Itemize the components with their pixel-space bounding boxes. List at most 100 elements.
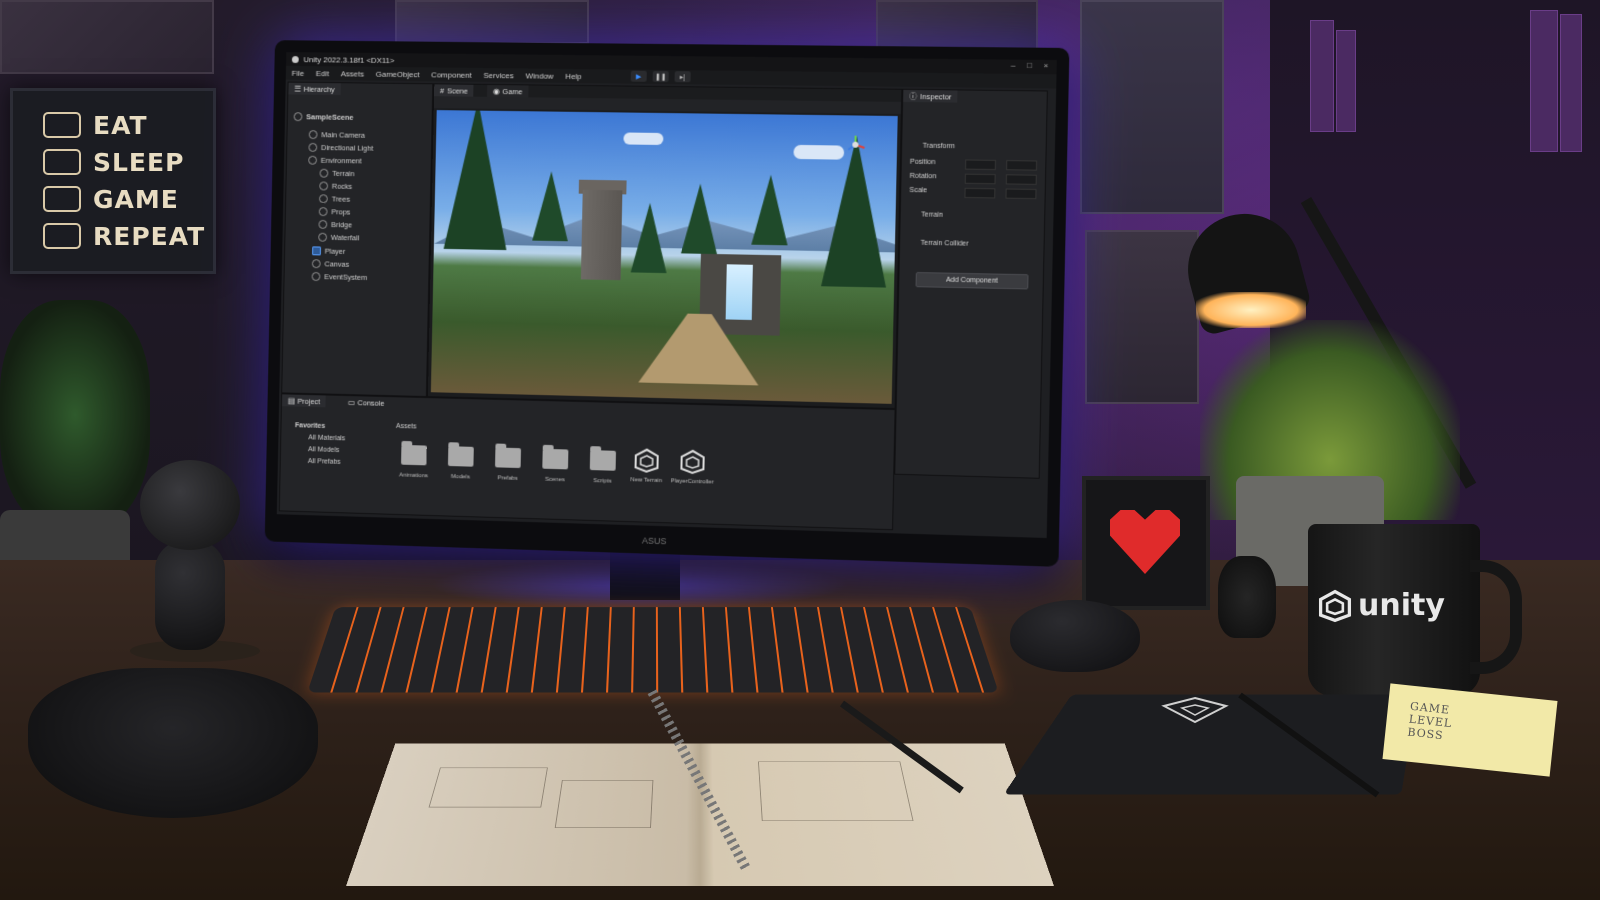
hierarchy-scene-root[interactable]: SampleScene — [293, 112, 354, 122]
scene-viewport[interactable] — [430, 110, 898, 404]
tab-game[interactable]: ◉ Game — [486, 84, 529, 98]
sign-line: GAME — [93, 184, 179, 214]
hierarchy-item[interactable]: Trees — [318, 194, 350, 204]
gameobject-icon — [318, 194, 328, 204]
castle-tower — [580, 189, 623, 281]
hierarchy-item[interactable]: Player — [312, 246, 345, 256]
potted-plant — [0, 300, 150, 530]
mug-logo: unity — [1318, 588, 1445, 623]
unity-editor-screen: Unity 2022.3.18f1 <DX11> – □ × File Edit… — [276, 52, 1057, 539]
assets-breadcrumb[interactable]: Assets — [396, 423, 417, 430]
menu-help[interactable]: Help — [565, 71, 581, 80]
hierarchy-item[interactable]: Rocks — [319, 181, 352, 191]
spiral-sketchbook — [346, 743, 1054, 886]
hierarchy-item[interactable]: Bridge — [318, 219, 352, 229]
scale-label: Scale — [909, 186, 928, 195]
waterfall — [725, 264, 753, 321]
pine-tree — [680, 183, 719, 255]
bed-icon — [43, 149, 81, 175]
menu-services[interactable]: Services — [483, 70, 513, 79]
pine-tree — [443, 110, 510, 251]
gameobject-icon — [308, 155, 318, 165]
window-title: Unity 2022.3.18f1 <DX11> — [303, 54, 395, 65]
asset-folder[interactable] — [447, 446, 474, 467]
asset-label: PlayerController — [670, 478, 714, 486]
favorites-item[interactable]: All Materials — [308, 434, 345, 442]
add-component-button[interactable]: Add Component — [915, 272, 1029, 290]
position-y-field[interactable] — [1006, 160, 1038, 171]
asset-folder[interactable] — [495, 447, 522, 469]
tab-hierarchy[interactable]: ☰ Hierarchy — [288, 82, 341, 96]
rotation-x-field[interactable] — [964, 173, 996, 185]
favorites-item[interactable]: All Models — [308, 446, 339, 454]
hierarchy-panel: ☰ Hierarchy SampleScene Main Camera Dire… — [281, 81, 434, 398]
mug-logo-text: unity — [1358, 588, 1445, 623]
prefab-icon — [312, 246, 321, 256]
tab-label: Game — [502, 86, 523, 96]
favorites-item[interactable]: All Prefabs — [308, 458, 341, 466]
tab-inspector[interactable]: ⓘ Inspector — [903, 89, 958, 103]
scene-name: SampleScene — [306, 112, 354, 122]
pause-button[interactable]: ❚❚ — [652, 70, 669, 83]
hierarchy-item[interactable]: Canvas — [311, 259, 350, 269]
pencil-sketch — [554, 780, 654, 829]
hierarchy-item[interactable]: EventSystem — [311, 271, 368, 282]
play-controls: ▶ ❚❚ ▸| — [630, 70, 691, 83]
eat-sleep-game-repeat-sign: EAT SLEEP GAME REPEAT — [10, 88, 216, 274]
hierarchy-item[interactable]: Main Camera — [308, 130, 365, 140]
step-button[interactable]: ▸| — [674, 71, 691, 83]
hierarchy-item[interactable]: Directional Light — [308, 142, 374, 153]
hierarchy-label: EventSystem — [324, 272, 368, 282]
tab-label: Inspector — [919, 91, 952, 102]
terrain-component-header[interactable]: Terrain — [921, 211, 943, 218]
menu-window[interactable]: Window — [525, 71, 553, 80]
rotation-y-field[interactable] — [1005, 174, 1037, 185]
scale-x-field[interactable] — [964, 187, 996, 199]
minimize-icon[interactable]: – — [1011, 61, 1016, 70]
asset-folder[interactable] — [401, 444, 427, 466]
hierarchy-item[interactable]: Waterfall — [318, 232, 359, 242]
gameobject-icon — [319, 181, 329, 191]
hierarchy-label: Directional Light — [320, 143, 374, 153]
transform-component-header[interactable]: Transform — [922, 143, 954, 151]
repeat-icon — [43, 223, 81, 249]
asset-folder[interactable] — [542, 448, 569, 470]
monitor: Unity 2022.3.18f1 <DX11> – □ × File Edit… — [264, 40, 1070, 567]
tab-project[interactable]: ▤ Project — [281, 394, 327, 408]
terrain-collider-component-header[interactable]: Terrain Collider — [920, 240, 968, 248]
pixel-art-poster — [1080, 0, 1224, 214]
favorites-header[interactable]: Favorites — [295, 422, 325, 430]
menu-component[interactable]: Component — [431, 70, 472, 79]
menu-assets[interactable]: Assets — [341, 69, 364, 78]
hierarchy-item[interactable]: Terrain — [319, 168, 355, 178]
asset-folder[interactable] — [589, 450, 616, 471]
mug-handle — [1470, 560, 1522, 674]
unity-logo-icon — [1161, 696, 1229, 724]
game-tab-icon: ◉ — [492, 86, 500, 96]
play-button[interactable]: ▶ — [630, 70, 647, 82]
gameobject-icon — [319, 168, 329, 178]
tab-scene[interactable]: # Scene — [434, 84, 474, 97]
close-icon[interactable]: × — [1044, 61, 1049, 70]
maximize-icon[interactable]: □ — [1027, 61, 1032, 70]
monitor-brand-logo: ASUS — [641, 535, 667, 547]
tab-console[interactable]: ▭ Console — [341, 395, 391, 409]
hierarchy-label: Canvas — [324, 259, 350, 269]
asset-label: Animations — [398, 472, 429, 480]
scene-orientation-gizmo[interactable] — [844, 133, 867, 156]
tab-label: Project — [297, 396, 321, 406]
tab-label: Scene — [446, 85, 469, 96]
menu-edit[interactable]: Edit — [316, 69, 330, 78]
unity-logo-icon[interactable] — [679, 449, 706, 476]
small-figurine — [1218, 556, 1276, 638]
menu-gameobject[interactable]: GameObject — [376, 69, 420, 78]
asset-label: Prefabs — [497, 475, 518, 482]
scale-y-field[interactable] — [1005, 188, 1037, 200]
hierarchy-item[interactable]: Props — [318, 207, 350, 217]
gameobject-icon — [311, 259, 321, 269]
position-x-field[interactable] — [965, 159, 996, 171]
hierarchy-item[interactable]: Environment — [308, 155, 362, 165]
menu-file[interactable]: File — [292, 68, 305, 77]
unity-logo-icon[interactable] — [633, 447, 659, 474]
pencil-sketch — [757, 761, 914, 822]
